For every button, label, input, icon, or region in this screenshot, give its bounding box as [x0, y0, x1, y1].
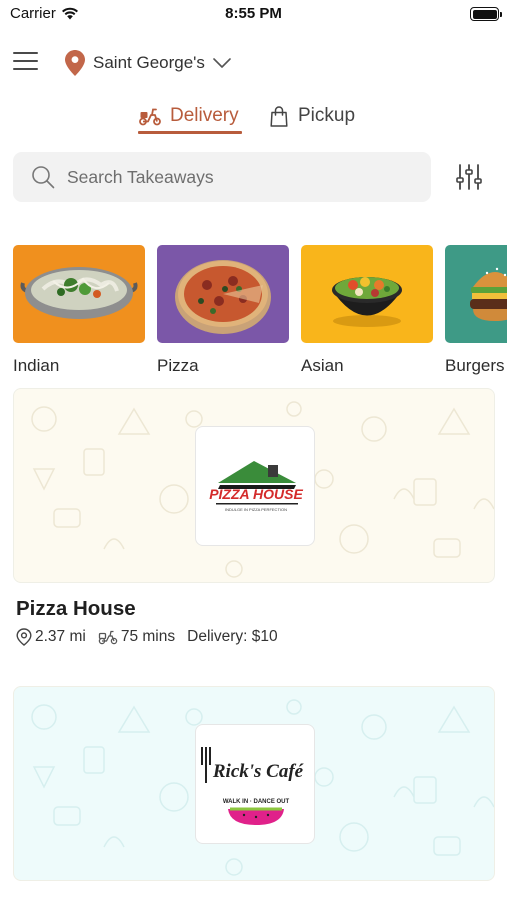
category-burgers[interactable]: Burgers: [445, 245, 507, 375]
delivery-fee-info: Delivery: $10: [187, 628, 277, 646]
order-mode-tabs: Delivery Pickup: [0, 100, 507, 136]
delivery-time-info: 75 mins: [98, 628, 175, 646]
category-pizza[interactable]: Pizza: [157, 245, 289, 375]
category-label: Asian: [301, 356, 344, 375]
restaurant-meta: 2.37 mi 75 mins Delivery: $10: [16, 628, 290, 646]
filter-sliders-icon[interactable]: [455, 163, 483, 191]
tab-pickup-label: Pickup: [298, 105, 356, 126]
location-label: Saint George's: [93, 53, 205, 72]
restaurant-banner[interactable]: PIZZA HOUSE INDULGE IN PIZZA PERFECTION: [13, 388, 495, 583]
restaurant-logo: Rick's Café WALK IN · DANCE OUT: [195, 724, 315, 844]
status-bar: Carrier 8:55 PM: [0, 0, 507, 28]
location-selector[interactable]: Saint George's: [65, 50, 231, 76]
category-indian[interactable]: Indian: [13, 245, 145, 375]
chevron-down-icon: [213, 58, 231, 68]
svg-text:INDULGE IN PIZZA PERFECTION: INDULGE IN PIZZA PERFECTION: [225, 507, 287, 512]
distance-info: 2.37 mi: [16, 628, 86, 646]
svg-text:Rick's Café: Rick's Café: [212, 761, 304, 782]
shopping-bag-icon: [270, 105, 288, 127]
tab-pickup[interactable]: Pickup: [270, 102, 355, 130]
ricks-cafe-logo: Rick's Café WALK IN · DANCE OUT: [201, 747, 304, 825]
delivery-fee-value: Delivery: $10: [187, 628, 278, 645]
tab-delivery[interactable]: Delivery: [138, 102, 239, 130]
active-tab-indicator: [138, 131, 242, 134]
delivery-time-value: 75 mins: [120, 628, 176, 645]
tab-delivery-label: Delivery: [170, 105, 239, 126]
restaurant-logo: PIZZA HOUSE INDULGE IN PIZZA PERFECTION: [195, 426, 315, 546]
restaurant-banner[interactable]: Rick's Café WALK IN · DANCE OUT: [13, 686, 495, 881]
status-time: 8:55 PM: [225, 5, 282, 22]
hamburger-menu-icon[interactable]: [13, 52, 38, 72]
svg-text:WALK IN · DANCE OUT: WALK IN · DANCE OUT: [223, 799, 290, 805]
category-carousel: Indian Pizza Asian Burgers: [13, 245, 507, 375]
karahi-dish-image: [13, 245, 145, 343]
burger-image: [445, 245, 507, 343]
battery-icon: [470, 7, 502, 21]
search-bar[interactable]: [13, 152, 431, 202]
location-pin-icon: [65, 50, 85, 76]
distance-value: 2.37 mi: [35, 628, 86, 645]
search-input[interactable]: [67, 166, 387, 188]
category-label: Pizza: [157, 356, 199, 375]
category-label: Indian: [13, 356, 60, 375]
category-label: Burgers: [445, 356, 505, 375]
svg-text:PIZZA HOUSE: PIZZA HOUSE: [209, 486, 303, 502]
map-pin-outline-icon: [16, 628, 32, 646]
search-icon: [32, 166, 55, 189]
scooter-icon: [139, 108, 161, 126]
pizza-house-logo: PIZZA HOUSE INDULGE IN PIZZA PERFECTION: [209, 461, 303, 512]
rice-bowl-image: [301, 245, 433, 343]
pizza-image: [157, 245, 289, 343]
category-asian[interactable]: Asian: [301, 245, 433, 375]
scooter-outline-icon: [98, 630, 118, 645]
restaurant-name[interactable]: Pizza House: [16, 597, 136, 621]
